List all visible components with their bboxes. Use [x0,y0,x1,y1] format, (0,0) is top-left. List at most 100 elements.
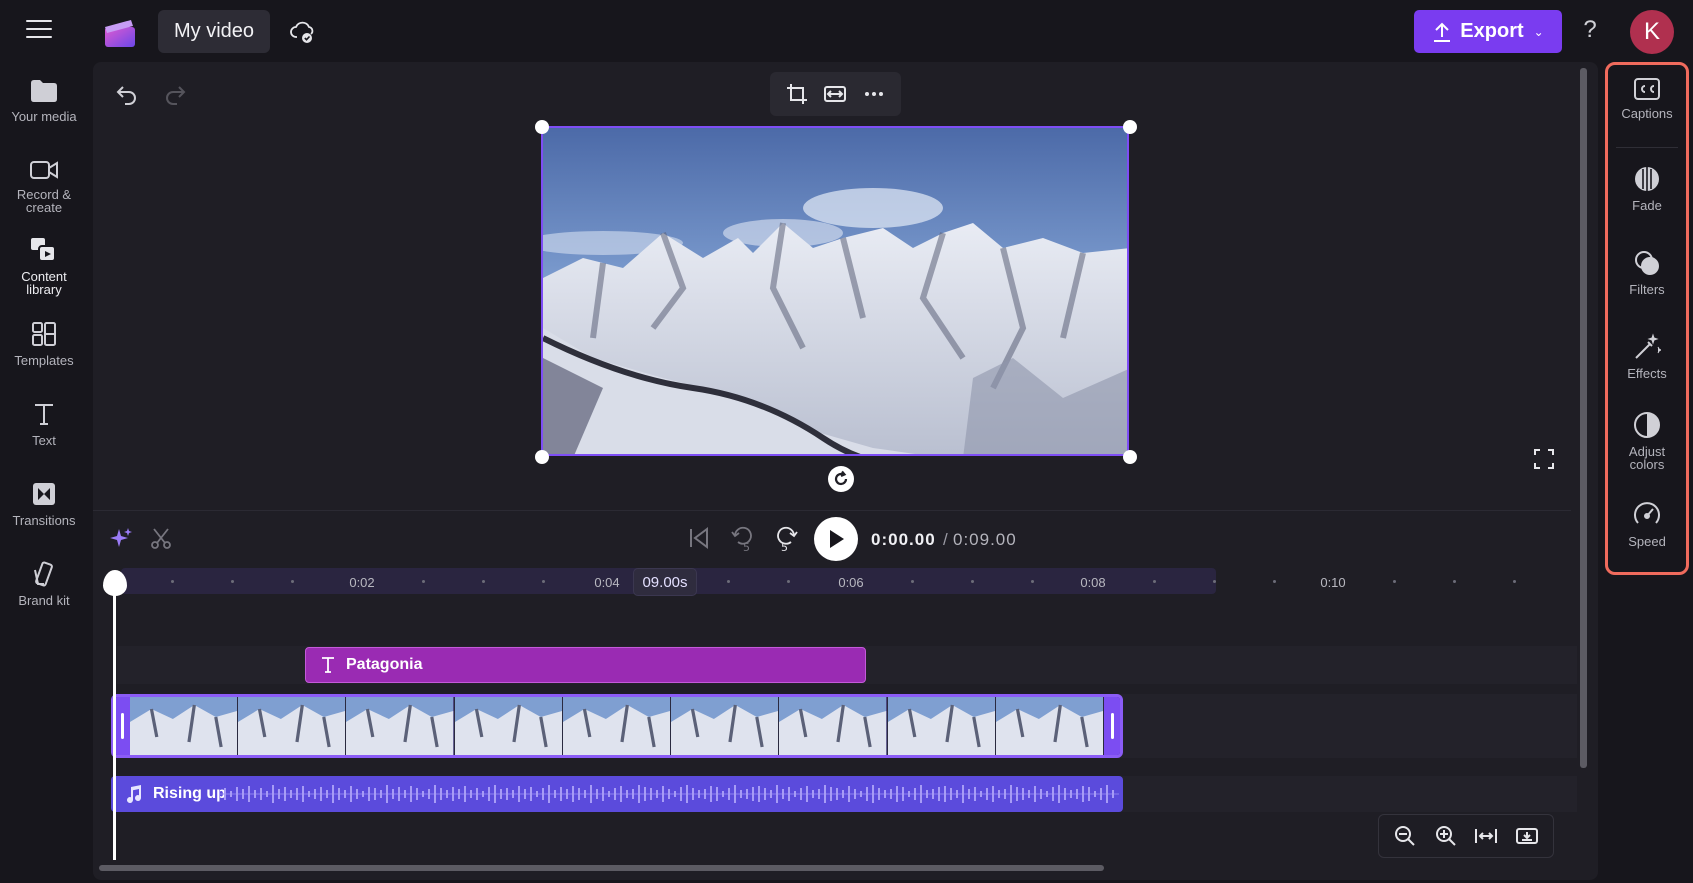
time-separator: / [943,530,948,549]
play-icon [830,530,844,548]
rewind-5-icon[interactable]: 5 [730,524,756,552]
resize-handle-bottom-right[interactable] [1123,450,1137,464]
zoom-out-icon[interactable] [1391,822,1419,850]
tick-dot [482,580,485,583]
total-time: 0:09.00 [953,530,1017,549]
scissors-icon[interactable] [149,526,173,550]
filters-icon [1635,251,1659,275]
help-icon[interactable]: ? [1580,16,1600,46]
sidebar-item-record-create[interactable]: Record & create [0,158,88,214]
forward-5-icon[interactable]: 5 [773,524,799,552]
resize-handle-top-left[interactable] [535,120,549,134]
playhead-line [113,584,116,860]
divider [1616,147,1678,148]
panel-item-label: Fade [1632,198,1662,213]
camera-icon [30,161,58,179]
tick-dot [291,580,294,583]
crop-icon[interactable] [783,80,811,108]
video-clip[interactable] [111,694,1123,758]
tick-dot [727,580,730,583]
clip-trim-handle-right[interactable] [1104,697,1120,755]
rotate-icon[interactable] [828,466,854,492]
tick-label: 0:08 [1080,575,1106,590]
templates-icon [32,322,56,346]
video-thumbnails [130,697,1104,755]
thumbnail [238,697,347,755]
panel-item-adjust-colors[interactable]: Adjust colors [1608,411,1686,471]
clip-trim-handle-left[interactable] [114,697,130,755]
tick-dot [422,580,425,583]
sidebar-item-label: Text [32,433,56,448]
timeline-settings-icon[interactable] [1513,822,1541,850]
undo-icon[interactable] [115,82,139,106]
vertical-scrollbar[interactable] [1580,68,1587,768]
zoom-in-icon[interactable] [1432,822,1460,850]
sidebar-item-templates[interactable]: Templates [0,320,88,367]
forward-5-label: 5 [781,541,788,552]
playhead-handle[interactable] [103,570,127,596]
thumbnail [454,697,563,755]
text-clip-label: Patagonia [346,656,423,673]
hamburger-menu-icon[interactable] [26,20,52,42]
transitions-icon [33,483,55,505]
panel-item-label: Effects [1627,366,1667,381]
tick-dot [231,580,234,583]
fullscreen-icon[interactable] [1533,448,1555,470]
sidebar-item-label: Your media [11,109,77,124]
play-button[interactable] [814,517,858,561]
adjust-colors-icon [1634,412,1660,438]
more-options-icon[interactable] [860,80,888,108]
magic-sparkle-icon[interactable] [109,526,133,550]
thumbnail [995,697,1104,755]
tick-dot [971,580,974,583]
export-button[interactable]: Export ⌄ [1414,10,1562,53]
divider [93,510,1571,511]
tick-dot [1273,580,1276,583]
panel-item-fade[interactable]: Fade [1608,165,1686,212]
thumbnail [562,697,672,755]
preview-toolbar [770,72,901,116]
resize-handle-bottom-left[interactable] [535,450,549,464]
music-note-icon [127,785,142,804]
tick-dot [1153,580,1156,583]
sidebar-item-label: Transitions [12,513,76,528]
video-preview[interactable] [541,126,1129,456]
fade-icon [1635,167,1659,191]
panel-item-label: Speed [1628,534,1666,549]
fit-icon[interactable] [821,80,849,108]
project-title-button[interactable]: My video [158,10,270,53]
redo-icon[interactable] [163,82,187,106]
audio-clip[interactable]: Rising up [111,776,1123,812]
thumbnail [346,697,455,755]
cloud-saved-icon[interactable] [290,19,316,45]
resize-handle-top-right[interactable] [1123,120,1137,134]
panel-item-label: Captions [1621,106,1673,121]
panel-item-effects[interactable]: Effects [1608,333,1686,380]
clipchamp-logo-icon [105,20,135,47]
rewind-5-label: 5 [743,541,750,552]
thumbnail [887,697,996,755]
tick-label: 0:02 [349,575,375,590]
avatar[interactable]: K [1630,10,1674,54]
text-clip[interactable]: Patagonia [305,647,866,683]
skip-to-start-icon[interactable] [688,527,710,549]
sidebar-item-brand-kit[interactable]: Brand kit [0,560,88,607]
sidebar-item-content-library[interactable]: Content library [0,236,88,296]
fit-timeline-icon[interactable] [1472,822,1500,850]
panel-item-filters[interactable]: Filters [1608,249,1686,296]
sidebar-item-transitions[interactable]: Transitions [0,480,88,527]
tick-dot [911,580,914,583]
sidebar-item-text[interactable]: Text [0,400,88,447]
tick-label: 0:06 [838,575,864,590]
thumbnail [779,697,888,755]
panel-item-speed[interactable]: Speed [1608,501,1686,548]
sidebar-item-your-media[interactable]: Your media [0,78,88,123]
sidebar-item-label: Content library [21,269,67,297]
tick-dot [1513,580,1516,583]
panel-item-captions[interactable]: Captions [1608,77,1686,120]
sidebar-item-label: Brand kit [18,593,70,608]
text-icon [322,657,334,673]
panel-item-label: Filters [1629,282,1665,297]
tick-dot [1393,580,1396,583]
horizontal-scrollbar[interactable] [99,865,1104,871]
